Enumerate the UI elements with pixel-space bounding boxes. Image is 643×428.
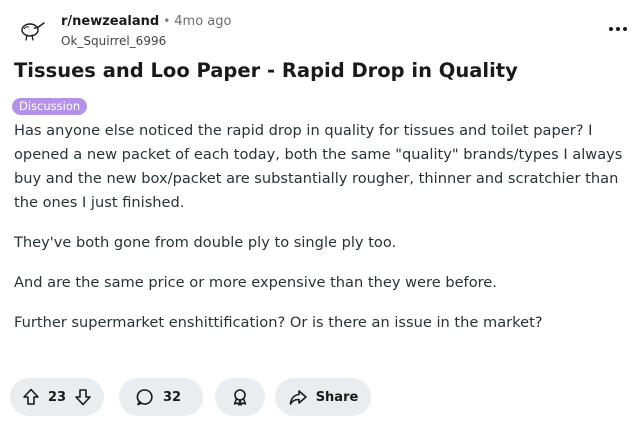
body-paragraph: And are the same price or more expensive… — [14, 274, 497, 291]
post-title[interactable]: Tissues and Loo Paper - Rapid Drop in Qu… — [14, 57, 518, 85]
author-name[interactable]: Ok_Squirrel_6996 — [61, 33, 231, 50]
share-button[interactable]: Share — [275, 378, 371, 416]
body-paragraph: Further supermarket enshittification? Or… — [14, 314, 543, 331]
meta-separator: • — [163, 14, 171, 28]
share-label: Share — [315, 389, 359, 405]
body-paragraph: They've both gone from double ply to sin… — [14, 234, 397, 251]
post-meta: r/newzealand • 4mo ago Ok_Squirrel_6996 — [61, 12, 231, 50]
more-options-icon[interactable] — [604, 19, 632, 39]
flair-badge[interactable]: Discussion — [12, 98, 88, 115]
comment-count: 32 — [163, 389, 182, 405]
post-card: r/newzealand • 4mo ago Ok_Squirrel_6996 Ti… — [0, 0, 643, 428]
award-icon — [230, 387, 250, 407]
action-bar: 23 32 Share — [10, 378, 630, 416]
award-button[interactable] — [215, 378, 265, 416]
speech-bubble-icon — [135, 387, 155, 407]
body-paragraph: Has anyone else noticed the rapid drop i… — [14, 122, 623, 211]
subreddit-name[interactable]: r/newzealand — [61, 14, 159, 29]
arrow-down-icon[interactable] — [72, 386, 94, 408]
kiwi-bird-icon[interactable] — [16, 14, 46, 44]
share-arrow-icon — [288, 387, 308, 407]
vote-pill: 23 — [10, 378, 104, 416]
arrow-up-icon[interactable] — [20, 386, 42, 408]
post-header: r/newzealand • 4mo ago Ok_Squirrel_6996 — [14, 10, 634, 52]
post-body: Has anyone else noticed the rapid drop i… — [14, 119, 638, 351]
vote-count: 23 — [48, 389, 67, 405]
comments-button[interactable]: 32 — [119, 378, 203, 416]
post-time: 4mo ago — [174, 14, 232, 29]
